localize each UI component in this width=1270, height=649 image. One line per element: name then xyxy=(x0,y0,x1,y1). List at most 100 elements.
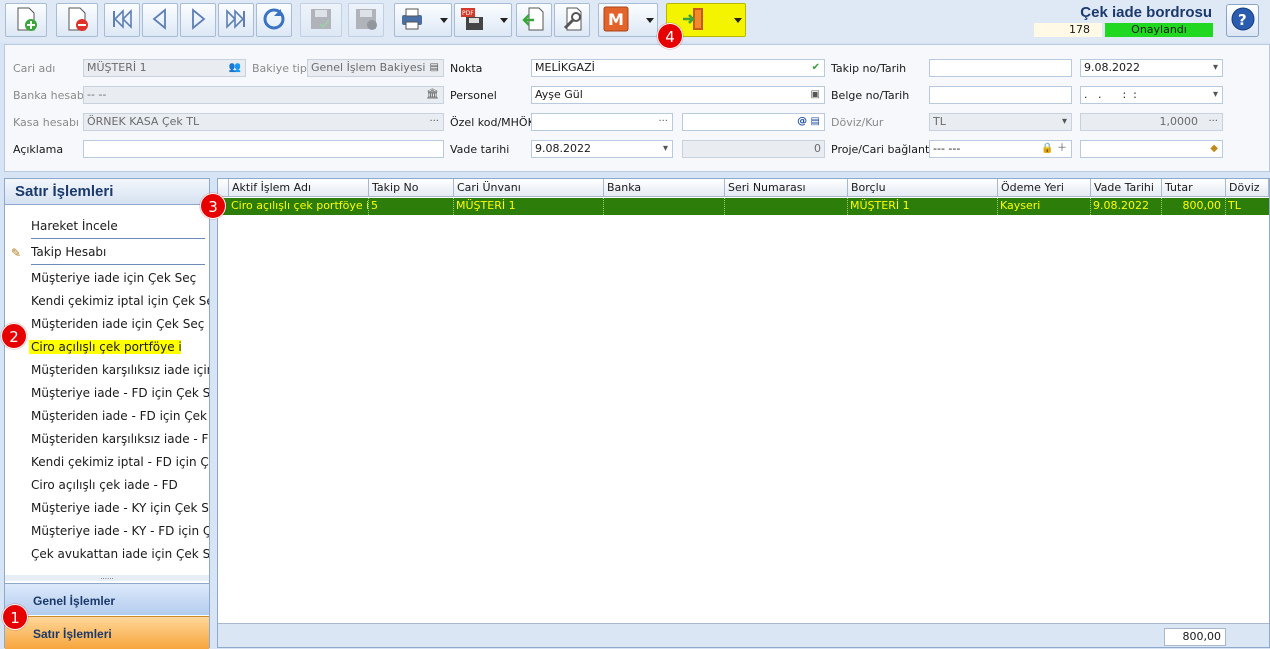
column-header[interactable]: Banka xyxy=(604,179,725,197)
cell-seri-numarasi[interactable] xyxy=(725,198,848,215)
cell-odeme-yeri[interactable]: Kayseri xyxy=(998,198,1091,215)
menu-item[interactable]: Kendi çekimiz iptal için Çek Seç xyxy=(31,294,209,308)
cell-doviz[interactable]: TL xyxy=(1226,198,1269,215)
save-button[interactable] xyxy=(300,3,342,37)
chevron-down-icon xyxy=(440,18,448,23)
new-document-button[interactable] xyxy=(5,3,47,37)
tools-button[interactable] xyxy=(554,3,590,37)
toolbar: PDF M Çek iade bordrosu 178 Onaylandı ? xyxy=(0,0,1270,42)
column-header[interactable]: Tutar xyxy=(1162,179,1226,197)
menu-item[interactable]: Müşteriden iade - FD için Çek Seç xyxy=(31,409,209,423)
refresh-button[interactable] xyxy=(256,3,292,37)
pdf-save-icon: PDF xyxy=(459,6,485,35)
nokta-field[interactable]: MELİKGAZİ ✔ xyxy=(531,59,825,77)
ellipsis-icon: ··· xyxy=(658,116,668,127)
first-record-button[interactable] xyxy=(104,3,140,37)
last-record-button[interactable] xyxy=(218,3,254,37)
cari-adi-value: MÜŞTERİ 1 xyxy=(87,61,147,74)
column-header[interactable]: Takip No xyxy=(369,179,454,197)
cell-tutar[interactable]: 800,00 xyxy=(1162,198,1226,215)
kasa-hesabi-field[interactable]: ÖRNEK KASA Çek TL ··· xyxy=(83,113,444,131)
page-title: Çek iade bordrosu xyxy=(1080,4,1212,21)
vade-tarihi-field[interactable]: 9.08.2022 ▾ xyxy=(531,140,673,158)
next-icon xyxy=(185,6,211,35)
export-pdf-button[interactable]: PDF xyxy=(454,3,512,37)
bakiye-tipi-field[interactable]: Genel İşlem Bakiyesi ▤ xyxy=(307,59,444,77)
svg-text:M: M xyxy=(608,10,624,29)
menu-item[interactable]: Müşteriden karşılıksız iade için ... xyxy=(31,363,209,377)
satir-islemleri-button[interactable]: Satır İşlemleri xyxy=(5,616,209,649)
module-m-button[interactable]: M xyxy=(598,3,658,37)
help-icon: ? xyxy=(1230,6,1256,35)
menu-item-takip-hesabi[interactable]: Takip Hesabı xyxy=(31,245,209,259)
delete-document-icon xyxy=(64,6,90,35)
next-record-button[interactable] xyxy=(180,3,216,37)
aciklama-field[interactable] xyxy=(83,140,444,158)
cell-islem-adi[interactable]: Ciro açılışlı çek portföye iade xyxy=(229,198,369,215)
mhok-field[interactable]: @ ▤ xyxy=(682,113,825,131)
kasa-hesabi-label: Kasa hesabı xyxy=(13,116,79,129)
takip-tarih-field[interactable]: 9.08.2022 ▾ xyxy=(1080,59,1223,77)
takip-no-field[interactable] xyxy=(929,59,1072,77)
panel-title: Satır İşlemleri xyxy=(5,179,209,205)
column-header[interactable]: Vade Tarihi xyxy=(1091,179,1162,197)
doviz-value: TL xyxy=(933,115,946,128)
save-close-button[interactable] xyxy=(348,3,384,37)
cari-adi-field[interactable]: MÜŞTERİ 1 👥 xyxy=(83,59,246,77)
cell-takip-no[interactable]: 5 xyxy=(369,198,454,215)
column-header[interactable]: Cari Ünvanı xyxy=(454,179,604,197)
belge-tarih-value: . . : : xyxy=(1084,88,1137,101)
previous-icon xyxy=(147,6,173,35)
nokta-label: Nokta xyxy=(450,62,483,75)
menu-item[interactable]: Çek avukattan iade için Çek Seç xyxy=(31,547,209,561)
belge-no-field[interactable] xyxy=(929,86,1072,104)
menu-item[interactable]: Müşteriye iade için Çek Seç xyxy=(31,271,209,285)
delete-document-button[interactable] xyxy=(56,3,98,37)
kur-field[interactable]: 1,0000 ··· xyxy=(1080,113,1223,131)
menu-item[interactable]: Müşteriden karşılıksız iade - FD i... xyxy=(31,432,209,446)
menu-item[interactable]: Müşteriye iade - KY - FD için Çe... xyxy=(31,524,209,538)
cell-cari-unvani[interactable]: MÜŞTERİ 1 xyxy=(454,198,604,215)
proje-field[interactable]: --- --- 🔒 ＋ xyxy=(929,140,1072,158)
menu-item[interactable]: Kendi çekimiz iptal - FD için Çe... xyxy=(31,455,209,469)
belge-tarih-field[interactable]: . . : : ▾ xyxy=(1080,86,1223,104)
menu-item[interactable]: Ciro açılışlı çek iade - FD xyxy=(31,478,209,492)
chevron-down-icon xyxy=(734,18,742,23)
document-number: 178 xyxy=(1034,23,1102,37)
column-header[interactable]: Borçlu xyxy=(848,179,998,197)
personel-field[interactable]: Ayşe Gül ▣ xyxy=(531,86,825,104)
personel-value: Ayşe Gül xyxy=(535,88,583,101)
personel-label: Personel xyxy=(450,89,497,102)
ozel-kod-field[interactable]: ··· xyxy=(531,113,673,131)
menu-item[interactable]: Müşteriden iade için Çek Seç xyxy=(31,317,209,331)
divider xyxy=(31,238,205,239)
table-row[interactable]: Ciro açılışlı çek portföye iade 5 MÜŞTER… xyxy=(218,198,1269,215)
cell-borclu[interactable]: MÜŞTERİ 1 xyxy=(848,198,998,215)
cell-banka[interactable] xyxy=(604,198,725,215)
menu-item[interactable]: Müşteriye iade - FD için Çek Seç xyxy=(31,386,209,400)
lines-grid: Aktif İşlem Adı Takip No Cari Ünvanı Ban… xyxy=(217,178,1270,648)
cell-vade-tarihi[interactable]: 9.08.2022 xyxy=(1091,198,1162,215)
printer-icon xyxy=(399,6,425,35)
dropdown-arrow-icon: ▾ xyxy=(1212,62,1218,73)
menu-item-hareket-incele[interactable]: Hareket İncele xyxy=(31,219,209,233)
print-button[interactable] xyxy=(394,3,452,37)
menu-item-ciro-acilisli-highlighted[interactable]: Ciro açılışlı çek portföye iade xyxy=(29,340,181,354)
ozel-kod-label: Özel kod/MHÖK xyxy=(450,116,535,129)
doviz-field[interactable]: TL ▾ xyxy=(929,113,1072,131)
banka-hesabi-label: Banka hesabı xyxy=(13,89,87,102)
import-button[interactable] xyxy=(516,3,552,37)
proje-label: Proje/Cari bağlantı xyxy=(831,143,933,156)
kur-value: 1,0000 xyxy=(1159,115,1199,128)
column-header[interactable]: Ödeme Yeri xyxy=(998,179,1091,197)
splitter-grip[interactable]: ...... xyxy=(5,574,209,581)
column-header[interactable]: Seri Numarası xyxy=(725,179,848,197)
previous-record-button[interactable] xyxy=(142,3,178,37)
help-button[interactable]: ? xyxy=(1226,4,1259,37)
genel-islemler-button[interactable]: Genel İşlemler xyxy=(5,583,209,615)
menu-item[interactable]: Müşteriye iade - KY için Çek Seç xyxy=(31,501,209,515)
column-header[interactable]: Döviz xyxy=(1226,179,1269,197)
column-header[interactable]: Aktif İşlem Adı xyxy=(229,179,369,197)
cari-baglanti-field[interactable]: ◆ xyxy=(1080,140,1223,158)
banka-hesabi-field[interactable]: -- -- 🏛 xyxy=(83,86,444,104)
